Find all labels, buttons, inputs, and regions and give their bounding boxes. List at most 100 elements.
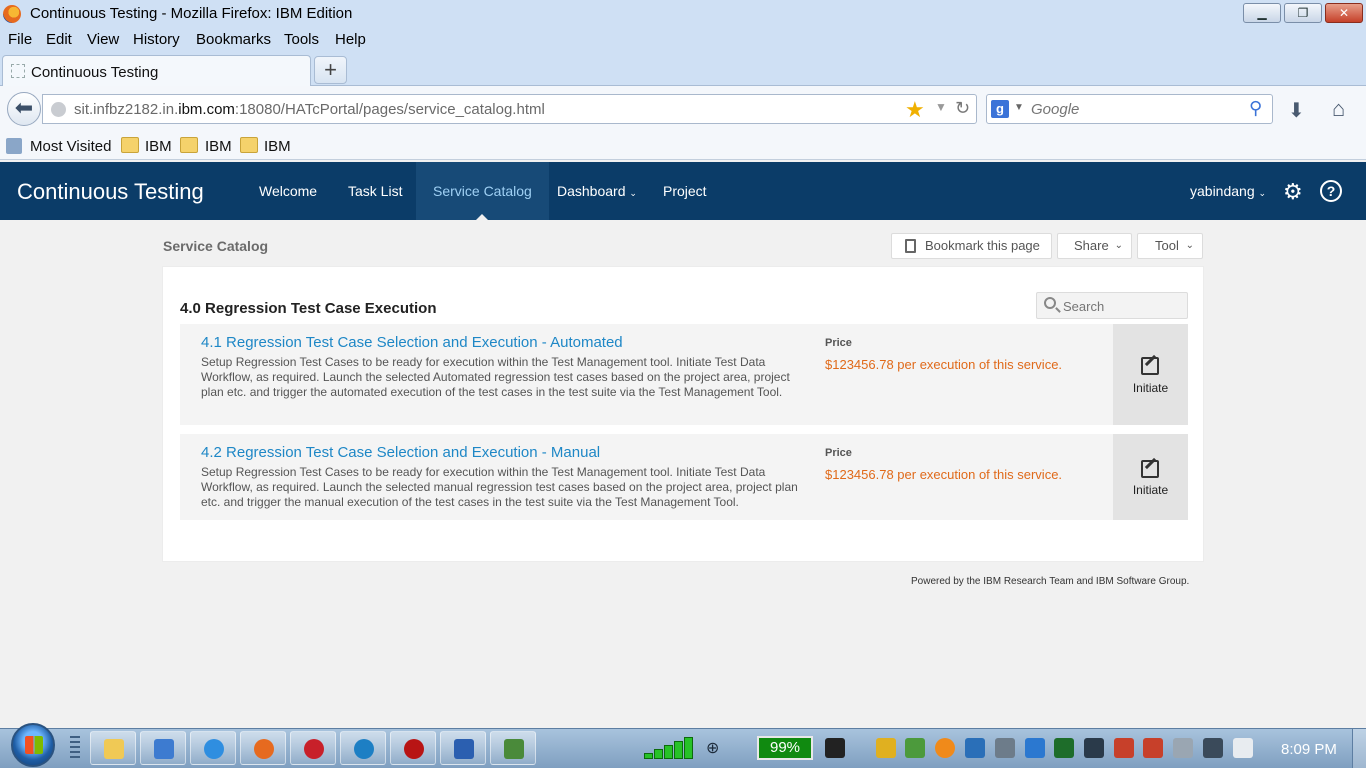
taskbar-spreadsheet[interactable] — [490, 731, 536, 765]
share-button[interactable]: Share ⌄ — [1057, 233, 1132, 259]
tab-continuous-testing[interactable]: Continuous Testing — [2, 55, 311, 86]
bookmark-ibm-1[interactable]: IBM — [145, 138, 172, 155]
lock-icon[interactable] — [1173, 738, 1193, 758]
monitor-icon[interactable] — [1054, 738, 1074, 758]
nav-service-catalog[interactable]: Service Catalog — [416, 162, 549, 221]
user-menu[interactable]: yabindang ⌄ — [1190, 183, 1266, 199]
page-footer: Powered by the IBM Research Team and IBM… — [911, 576, 1190, 587]
taskbar-firefox[interactable] — [240, 731, 286, 765]
bookmark-ibm-2[interactable]: IBM — [205, 138, 232, 155]
bookmark-ibm-3[interactable]: IBM — [264, 138, 291, 155]
shield-icon[interactable] — [876, 738, 896, 758]
windows-logo-icon — [25, 736, 43, 754]
nav-task-list[interactable]: Task List — [331, 162, 419, 220]
bookmark-page-button[interactable]: Bookmark this page — [891, 233, 1052, 259]
mail-icon[interactable] — [1025, 738, 1045, 758]
app-brand[interactable]: Continuous Testing — [17, 179, 204, 205]
browser-search-box[interactable]: g ▼ ⚲ — [986, 94, 1273, 124]
menu-edit[interactable]: Edit — [46, 31, 72, 48]
catalog-search-input[interactable] — [1063, 297, 1181, 315]
taskbar-app-e[interactable] — [390, 731, 436, 765]
chevron-down-icon: ⌄ — [1114, 240, 1123, 251]
folder-icon — [121, 137, 139, 153]
signal-tray-icon[interactable] — [1084, 738, 1104, 758]
service-title-link[interactable]: 4.2 Regression Test Case Selection and E… — [201, 444, 600, 461]
breadcrumb: Service Catalog — [163, 238, 269, 254]
system-clock[interactable]: 8:09 PM — [1281, 741, 1337, 758]
close-window-button[interactable]: ✕ — [1325, 3, 1363, 23]
sync-icon[interactable] — [905, 738, 925, 758]
bookmark-star-icon[interactable]: ★ — [905, 97, 925, 123]
tab-strip: Continuous Testing + — [0, 52, 1366, 86]
price-label: Price — [825, 337, 852, 349]
reload-icon[interactable]: ↻ — [955, 98, 970, 119]
nav-welcome[interactable]: Welcome — [242, 162, 334, 220]
url-bar[interactable]: sit.infbz2182.in.ibm.com:18080/HATcPorta… — [42, 94, 977, 124]
nav-dashboard[interactable]: Dashboard ⌄ — [540, 162, 654, 220]
bookmark-most-visited[interactable]: Most Visited — [30, 138, 111, 155]
menu-help[interactable]: Help — [335, 31, 366, 48]
search-icon — [1044, 297, 1056, 309]
menu-file[interactable]: File — [8, 31, 32, 48]
site-identity-icon[interactable] — [51, 102, 66, 117]
wireless-icon[interactable]: ⊕ — [706, 738, 726, 758]
help-icon[interactable]: ? — [1320, 180, 1342, 202]
taskbar-media-player[interactable] — [140, 731, 186, 765]
download-icon[interactable]: ⬇ — [1288, 98, 1305, 123]
app-tray-icon[interactable] — [935, 738, 955, 758]
signal-bar — [684, 737, 693, 759]
wifi-tray-icon[interactable] — [1203, 738, 1223, 758]
search-icon[interactable]: ⚲ — [1249, 98, 1262, 119]
section-title: 4.0 Regression Test Case Execution — [180, 300, 437, 317]
menu-history[interactable]: History — [133, 31, 180, 48]
window-titlebar: Continuous Testing - Mozilla Firefox: IB… — [0, 0, 1366, 28]
menu-view[interactable]: View — [87, 31, 119, 48]
back-button[interactable]: ⬅ — [7, 92, 41, 126]
engine-dropdown-icon[interactable]: ▼ — [1014, 102, 1024, 113]
taskbar-internet-explorer[interactable] — [190, 731, 236, 765]
catalog-search[interactable] — [1036, 292, 1188, 319]
menu-bookmarks[interactable]: Bookmarks — [196, 31, 271, 48]
menu-tools[interactable]: Tools — [284, 31, 319, 48]
start-button[interactable] — [11, 723, 55, 767]
minimize-button[interactable]: ▁ — [1243, 3, 1281, 23]
url-history-dropdown-icon[interactable]: ▼ — [935, 100, 947, 114]
browser-search-input[interactable] — [1031, 99, 1241, 119]
network-signal-icon[interactable] — [644, 737, 696, 759]
gear-icon[interactable]: ⚙ — [1283, 179, 1303, 205]
url-text: sit.infbz2182.in.ibm.com:18080/HATcPorta… — [74, 101, 545, 118]
initiate-label: Initiate — [1132, 381, 1169, 395]
nav-project[interactable]: Project — [646, 162, 724, 220]
taskbar-app-red[interactable] — [290, 731, 336, 765]
google-engine-icon[interactable]: g — [991, 100, 1009, 118]
window-title: Continuous Testing - Mozilla Firefox: IB… — [30, 5, 353, 22]
initiate-button[interactable]: Initiate — [1113, 434, 1188, 520]
spreadsheet-icon — [504, 739, 524, 759]
taskbar-app-globe[interactable] — [340, 731, 386, 765]
service-title-link[interactable]: 4.1 Regression Test Case Selection and E… — [201, 334, 623, 351]
new-tab-button[interactable]: + — [314, 56, 347, 84]
network-tray-icon[interactable] — [965, 738, 985, 758]
signal-bar — [654, 749, 663, 759]
home-icon[interactable]: ⌂ — [1332, 96, 1345, 122]
connection-icon[interactable] — [995, 738, 1015, 758]
price-value: $123456.78 per execution of this service… — [825, 467, 1063, 482]
volume-icon[interactable] — [1114, 738, 1134, 758]
bookmarks-toolbar: Most Visited IBM IBM IBM — [0, 132, 1366, 160]
power-tray-icon[interactable] — [1233, 738, 1253, 758]
battery-indicator[interactable]: 99% — [757, 736, 813, 760]
taskbar-word[interactable] — [440, 731, 486, 765]
chevron-down-icon: ⌄ — [1258, 188, 1267, 198]
signal-bar — [664, 745, 673, 759]
taskbar-grip — [70, 736, 80, 760]
navigation-bar: ⬅ sit.infbz2182.in.ibm.com:18080/HATcPor… — [0, 86, 1366, 132]
firefox-logo-icon — [3, 5, 21, 23]
maximize-button[interactable]: ❐ — [1284, 3, 1322, 23]
taskbar-explorer[interactable] — [90, 731, 136, 765]
share-label: Share — [1074, 238, 1109, 253]
power-plug-icon[interactable] — [825, 738, 845, 758]
show-desktop-button[interactable] — [1352, 729, 1366, 768]
tool-button[interactable]: Tool ⌄ — [1137, 233, 1203, 259]
mute-icon[interactable] — [1143, 738, 1163, 758]
initiate-button[interactable]: Initiate — [1113, 324, 1188, 425]
